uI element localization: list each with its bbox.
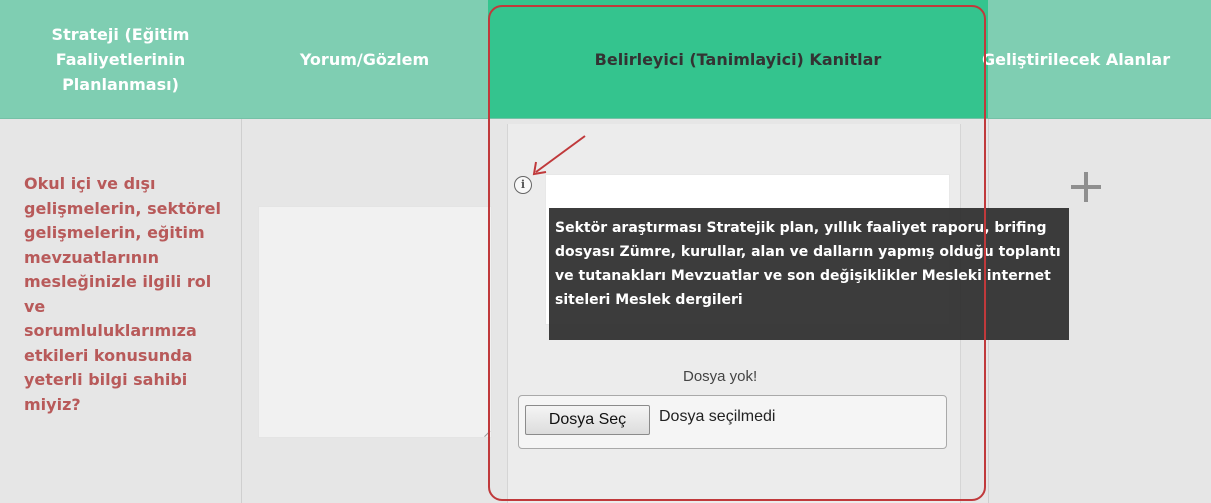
header-comment: Yorum/Gözlem — [241, 0, 488, 119]
tooltip-line: ve tutanakları Mevzuatlar ve son değişik… — [555, 268, 1051, 284]
question-line: etkileri konusunda — [24, 345, 193, 365]
file-status: Dosya yok! — [683, 368, 758, 385]
tooltip-line: Sektör araştırması Stratejik plan, yıllı… — [555, 220, 1047, 236]
header-strategy: Strateji (Eğitim Faaliyetlerinin Planlan… — [0, 0, 241, 119]
tooltip-line: dosyası Zümre, kurullar, alan ve dalları… — [555, 244, 1061, 260]
question-line: mevzuatlarının — [24, 247, 160, 267]
red-arrow-annotation-icon — [532, 135, 586, 176]
header-improvement-label: Geliştirilecek Alanlar — [982, 49, 1171, 69]
comment-textarea[interactable] — [258, 206, 492, 438]
file-name-label: Dosya seçilmedi — [659, 408, 776, 425]
header-improvement: Geliştirilecek Alanlar — [982, 0, 1211, 119]
resize-grip-icon[interactable] — [478, 424, 491, 438]
question-text: Okul içi ve dışı gelişmelerin, sektörel … — [24, 172, 254, 417]
choose-file-button[interactable]: Dosya Seç — [525, 405, 650, 435]
tooltip-line: siteleri Meslek dergileri — [555, 292, 743, 308]
header-comment-label: Yorum/Gözlem — [299, 49, 430, 69]
evidence-tooltip: Sektör araştırması Stratejik plan, yıllı… — [549, 208, 1069, 340]
header-strategy-label: Strateji (Eğitim Faaliyetlerinin Planlan… — [51, 24, 190, 94]
plus-icon[interactable] — [1071, 172, 1101, 202]
info-icon[interactable]: i — [514, 176, 532, 194]
question-line: Okul içi ve dışı — [24, 174, 156, 193]
question-line: yeterli bilgi sahibi — [24, 370, 188, 389]
question-line: mesleğinizle ilgili rol — [24, 272, 212, 291]
question-line: sorumluluklarımıza — [24, 321, 197, 340]
header-evidence: Belirleyici (Tanimlayici) Kanitlar — [488, 0, 988, 119]
question-line: gelişmelerin, eğitim — [24, 223, 205, 242]
question-line: miyiz? — [24, 394, 81, 414]
question-line: gelişmelerin, sektörel — [24, 198, 221, 218]
question-line: ve — [24, 296, 46, 316]
header-evidence-label: Belirleyici (Tanimlayici) Kanitlar — [594, 49, 882, 69]
